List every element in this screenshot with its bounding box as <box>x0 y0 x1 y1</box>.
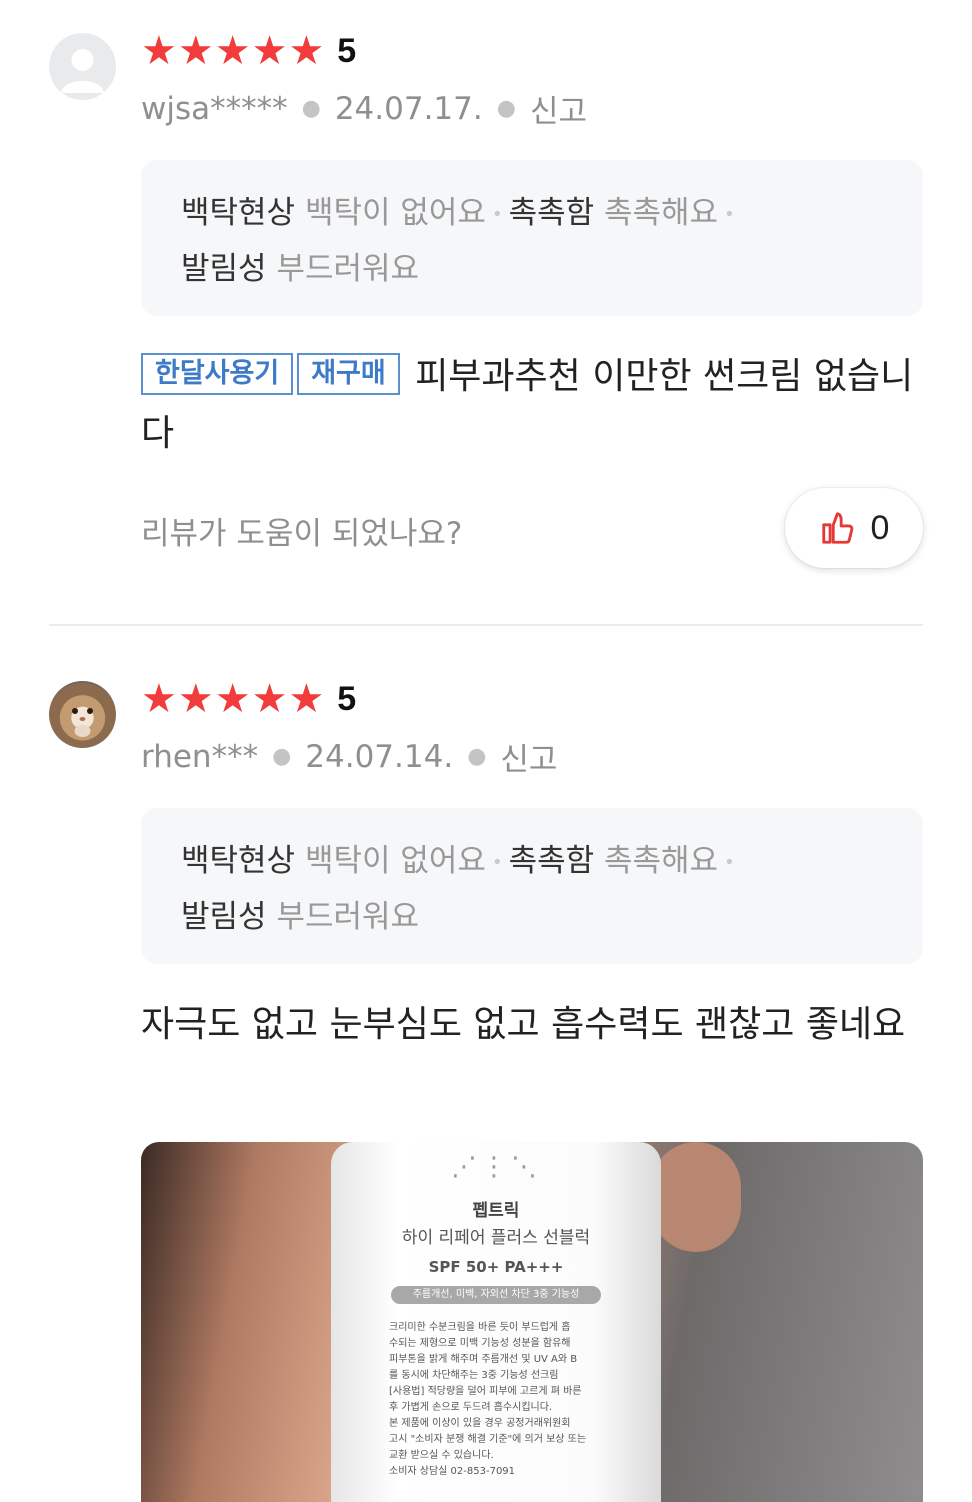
review-tag: 재구매 <box>297 353 400 395</box>
star-icon: ★ <box>251 676 288 722</box>
star-icon: ★ <box>288 28 325 74</box>
separator-dot: • <box>491 203 503 225</box>
product-description: 크리미한 수분크림을 바른 듯이 부드럽게 흡 수되는 제형으로 미백 기능성 … <box>389 1322 587 1477</box>
product-band: 주름개선, 미백, 자외선 차단 3중 기능성 <box>391 1286 601 1304</box>
attribute-line: 발림성 부드러워요 <box>181 890 883 944</box>
attribute-line: 발림성 부드러워요 <box>181 242 883 296</box>
review-body: 자극도 없고 눈부심도 없고 흡수력도 괜찮고 좋네요 <box>141 1004 906 1045</box>
hamster-photo <box>72 708 93 737</box>
star-rating: ★ ★ ★ ★ ★ 5 <box>141 679 356 719</box>
attribute-key: 백탁현상 <box>181 195 296 231</box>
star-icon: ★ <box>141 28 177 74</box>
user-avatar <box>49 33 116 100</box>
review-meta: rhen*** ● 24.07.14. ● 신고 <box>141 734 557 779</box>
rating-score: 5 <box>337 679 357 718</box>
user-avatar <box>49 681 116 748</box>
star-icon: ★ <box>251 28 288 74</box>
sun-logo-icon: ⋰⋮⋱ <box>451 1152 541 1182</box>
finger-shape <box>651 1142 741 1252</box>
reviewer-id: rhen*** <box>141 738 259 775</box>
product-tube: ⋰⋮⋱ 펩트릭 하이 리페어 플러스 선블럭 SPF 50+ PA+++ 주름개… <box>331 1142 661 1502</box>
separator-dot: • <box>724 203 735 225</box>
review-divider <box>49 624 923 626</box>
star-icon: ★ <box>177 676 214 722</box>
review-tag: 한달사용기 <box>141 353 294 395</box>
report-link[interactable]: 신고 <box>500 734 557 779</box>
rating-score: 5 <box>337 31 357 70</box>
attribute-value: 부드러워요 <box>276 250 420 287</box>
thumbs-up-icon <box>821 512 853 544</box>
attribute-value: 촉촉해요 <box>603 195 719 231</box>
review-text: 한달사용기 재구매 피부과추천 이만한 썬크림 없습니다 <box>141 348 923 462</box>
separator-dot: ● <box>496 96 516 121</box>
review-attributes: 백탁현상 백탁이 없어요 • 촉촉함 촉촉해요 • 발림성 부드러워요 <box>141 808 923 964</box>
product-spf: SPF 50+ PA+++ <box>428 1258 564 1276</box>
like-button[interactable]: 0 <box>785 488 923 568</box>
attribute-key: 촉촉함 <box>508 843 595 879</box>
report-link[interactable]: 신고 <box>530 86 587 131</box>
star-icon: ★ <box>141 676 177 722</box>
attribute-key: 백탁현상 <box>181 843 296 879</box>
separator-dot: • <box>491 851 503 873</box>
attribute-key: 촉촉함 <box>508 195 595 231</box>
star-icon: ★ <box>177 28 214 74</box>
star-icon: ★ <box>214 676 251 722</box>
helpful-question: 리뷰가 도움이 되었나요? <box>141 516 463 552</box>
review-date: 24.07.17. <box>334 90 483 127</box>
star-icon: ★ <box>288 676 325 722</box>
attribute-value: 백탁이 없어요 <box>304 195 486 231</box>
like-count: 0 <box>870 508 890 547</box>
attribute-key: 발림성 <box>181 898 267 935</box>
attribute-line: 백탁현상 백탁이 없어요 • 촉촉함 촉촉해요 • <box>181 834 883 890</box>
attribute-value: 부드러워요 <box>276 898 420 935</box>
attribute-line: 백탁현상 백탁이 없어요 • 촉촉함 촉촉해요 • <box>181 186 883 242</box>
separator-dot: ● <box>272 744 292 769</box>
user-silhouette-icon <box>61 49 104 93</box>
star-rating: ★ ★ ★ ★ ★ 5 <box>141 31 356 71</box>
product-brand: 펩트릭 <box>472 1201 520 1221</box>
separator-dot: ● <box>301 96 321 121</box>
review-date: 24.07.14. <box>305 738 454 775</box>
review-attributes: 백탁현상 백탁이 없어요 • 촉촉함 촉촉해요 • 발림성 부드러워요 <box>141 160 923 316</box>
review-photo[interactable]: ⋰⋮⋱ 펩트릭 하이 리페어 플러스 선블럭 SPF 50+ PA+++ 주름개… <box>141 1142 923 1502</box>
product-name: 하이 리페어 플러스 선블럭 <box>401 1228 591 1248</box>
reviewer-id: wjsa***** <box>141 90 288 127</box>
review-meta: wjsa***** ● 24.07.17. ● 신고 <box>141 86 587 131</box>
attribute-key: 발림성 <box>181 250 267 287</box>
star-icon: ★ <box>214 28 251 74</box>
separator-dot: • <box>724 851 735 873</box>
attribute-value: 백탁이 없어요 <box>304 843 486 879</box>
attribute-value: 촉촉해요 <box>603 843 719 879</box>
separator-dot: ● <box>467 744 487 769</box>
